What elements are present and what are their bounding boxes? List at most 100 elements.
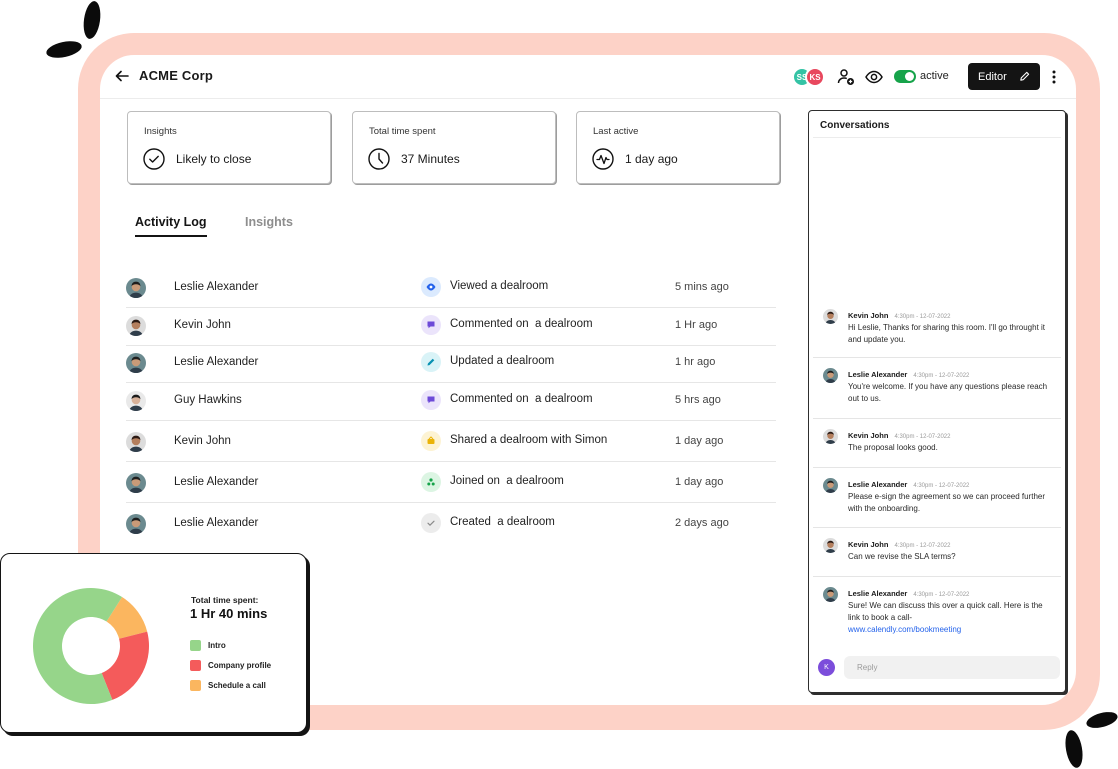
legend-label: Intro (208, 641, 226, 650)
chat-message: Kevin John 4:30pm - 12-07-2022 Hi Leslie,… (813, 309, 1061, 358)
activity-row[interactable]: Leslie Alexander Viewed a dealroom 5 min… (126, 268, 776, 308)
activity-row[interactable]: Kevin John Commented on a dealroom 1 Hr … (126, 306, 776, 346)
activity-action: Updated a dealroom (450, 355, 555, 367)
tab-insights[interactable]: Insights (245, 215, 293, 229)
collaborator-avatars[interactable]: SS KS (792, 67, 828, 87)
activity-action: Commented on a dealroom (450, 393, 593, 405)
legend-swatch (190, 640, 201, 651)
message-author-name: Leslie Alexander (848, 589, 908, 598)
decorative-mark (1084, 709, 1118, 731)
activity-time: 5 mins ago (675, 281, 729, 293)
activity-row[interactable]: Leslie Alexander Updated a dealroom 1 hr… (126, 343, 776, 383)
activity-action: Shared a dealroom with Simon (450, 434, 608, 446)
kebab-menu-icon[interactable] (1048, 69, 1060, 85)
back-arrow-icon[interactable] (114, 68, 130, 84)
avatar (126, 473, 146, 493)
avatar (126, 353, 146, 373)
clock-icon (368, 148, 390, 170)
divider (813, 527, 1061, 528)
stat-card-insights: Insights Likely to close (127, 111, 331, 184)
page-title: ACME Corp (139, 68, 214, 83)
comment-icon (421, 390, 441, 410)
conversations-panel: Conversations Kevin John 4:30pm - 12-07-2… (808, 110, 1066, 693)
activity-action: Commented on a dealroom (450, 318, 593, 330)
conversations-title: Conversations (820, 120, 890, 131)
avatar (823, 587, 838, 602)
activity-row[interactable]: Leslie Alexander Created a dealroom 2 da… (126, 504, 776, 544)
pencil-icon (1020, 71, 1030, 81)
message-text: Sure! We can discuss this over a quick c… (848, 600, 1056, 636)
message-link[interactable]: www.calendly.com/bookmeeting (848, 624, 1056, 636)
message-time: 4:30pm - 12-07-2022 (894, 434, 951, 440)
stat-label: Insights (144, 126, 177, 137)
comment-icon (421, 315, 441, 335)
chat-message: Kevin John 4:30pm - 12-07-2022 Can we rev… (813, 538, 1061, 577)
avatar (823, 538, 838, 553)
message-text: Can we revise the SLA terms? (848, 551, 1056, 563)
avatar (126, 278, 146, 298)
activity-time: 1 day ago (675, 476, 724, 488)
divider (126, 420, 776, 421)
decorative-mark (1062, 728, 1086, 769)
active-toggle[interactable] (894, 70, 916, 83)
divider (126, 461, 776, 462)
reply-input[interactable]: Reply (844, 656, 1060, 679)
avatar (823, 478, 838, 493)
activity-user-name: Guy Hawkins (174, 394, 242, 406)
message-body: Sure! We can discuss this over a quick c… (848, 601, 1043, 622)
activity-user-name: Leslie Alexander (174, 517, 259, 529)
message-time: 4:30pm - 12-07-2022 (913, 483, 970, 489)
status-label: active (920, 70, 949, 82)
divider (813, 418, 1061, 419)
legend-swatch (190, 680, 201, 691)
message-author: Leslie Alexander 4:30pm - 12-07-2022 (848, 370, 969, 379)
activity-time: 1 Hr ago (675, 319, 718, 331)
divider (813, 137, 1061, 138)
activity-row[interactable]: Leslie Alexander Joined on a dealroom 1 … (126, 463, 776, 503)
message-body: Can we revise the SLA terms? (848, 552, 956, 561)
avatar (126, 391, 146, 411)
tab-activity-log[interactable]: Activity Log (135, 215, 207, 237)
legend-swatch (190, 660, 201, 671)
activity-user-name: Leslie Alexander (174, 281, 259, 293)
avatar[interactable]: KS (805, 67, 825, 87)
activity-user-name: Leslie Alexander (174, 356, 259, 368)
message-author-name: Leslie Alexander (848, 480, 908, 489)
activity-row[interactable]: Guy Hawkins Commented on a dealroom 5 hr… (126, 381, 776, 421)
activity-user-name: Kevin John (174, 435, 231, 447)
message-text: You're welcome. If you have any question… (848, 381, 1056, 405)
message-body: You're welcome. If you have any question… (848, 382, 1048, 403)
avatar (126, 432, 146, 452)
divider (126, 502, 776, 503)
activity-row[interactable]: Kevin John Shared a dealroom with Simon … (126, 422, 776, 462)
message-body: Please e-sign the agreement so we can pr… (848, 492, 1046, 513)
chat-message: Leslie Alexander 4:30pm - 12-07-2022 Sure… (813, 587, 1061, 647)
stat-value: Likely to close (176, 152, 252, 166)
divider (813, 576, 1061, 577)
join-icon (421, 472, 441, 492)
avatar (823, 309, 838, 324)
message-author: Leslie Alexander 4:30pm - 12-07-2022 (848, 589, 969, 598)
message-text: Hi Leslie, Thanks for sharing this room.… (848, 322, 1056, 346)
message-author-name: Kevin John (848, 431, 889, 440)
activity-time: 1 day ago (675, 435, 724, 447)
activity-time: 5 hrs ago (675, 394, 721, 406)
time-card-total: 1 Hr 40 mins (190, 606, 268, 621)
editor-button[interactable]: Editor (968, 63, 1040, 90)
pencil-icon (421, 352, 441, 372)
add-user-icon[interactable] (836, 67, 856, 87)
activity-action: Joined on a dealroom (450, 475, 564, 487)
eye-icon[interactable] (864, 67, 884, 87)
message-author: Kevin John 4:30pm - 12-07-2022 (848, 540, 950, 549)
message-author: Kevin John 4:30pm - 12-07-2022 (848, 311, 950, 320)
message-body: Hi Leslie, Thanks for sharing this room.… (848, 323, 1046, 344)
message-author-name: Kevin John (848, 311, 889, 320)
stat-value: 37 Minutes (401, 152, 460, 166)
stat-value: 1 day ago (625, 152, 678, 166)
stat-card-time-spent: Total time spent 37 Minutes (352, 111, 556, 184)
stat-label: Last active (593, 126, 639, 137)
message-body: The proposal looks good. (848, 443, 938, 452)
chat-message: Kevin John 4:30pm - 12-07-2022 The propos… (813, 429, 1061, 468)
chat-message: Leslie Alexander 4:30pm - 12-07-2022 Plea… (813, 478, 1061, 528)
pulse-icon (592, 148, 614, 170)
